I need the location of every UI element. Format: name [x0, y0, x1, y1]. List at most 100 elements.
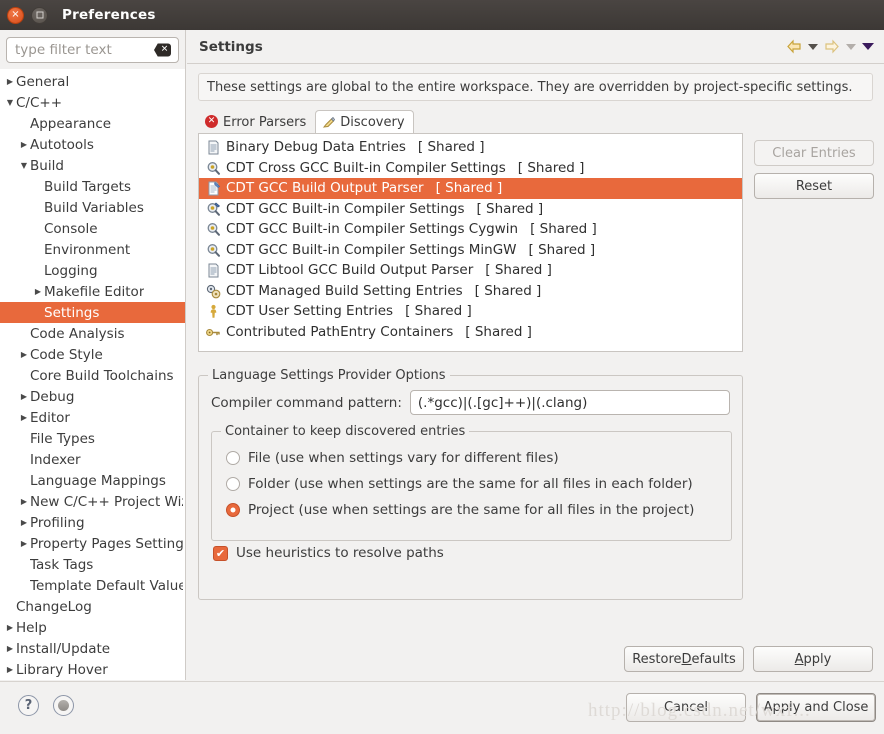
sidebar-item-settings[interactable]: Settings	[0, 302, 185, 323]
provider-list-item[interactable]: Binary Debug Data Entries [ Shared ]	[199, 137, 742, 158]
provider-list-item[interactable]: CDT GCC Build Output Parser [ Shared ]	[199, 178, 742, 199]
shell-status-icon[interactable]	[53, 695, 74, 716]
sidebar-item-makefile-editor[interactable]: ▶ Makefile Editor	[0, 281, 185, 302]
provider-scope-badge: [ Shared ]	[435, 180, 503, 197]
preferences-tree: ▶ General ▼ C/C++ Appearance ▶ Autotools ▼ Buil…	[0, 69, 185, 680]
chevron-right-icon[interactable]: ▶	[18, 413, 30, 422]
sidebar-item-appearance[interactable]: Appearance	[0, 113, 185, 134]
sidebar-item-core-build-toolchains[interactable]: Core Build Toolchains	[0, 365, 185, 386]
document-icon	[205, 262, 221, 278]
provider-list-item[interactable]: CDT GCC Built-in Compiler Settings Cygwi…	[199, 219, 742, 240]
chevron-right-icon[interactable]: ▶	[4, 77, 16, 86]
maximize-icon[interactable]	[31, 6, 48, 24]
sidebar-item-template-default-values[interactable]: Template Default Values	[0, 575, 185, 596]
sidebar-item-label: Debug	[30, 388, 75, 405]
chevron-right-icon[interactable]: ▶	[32, 287, 44, 296]
reset-button[interactable]: Reset	[754, 173, 874, 199]
provider-list-item[interactable]: CDT GCC Built-in Compiler Settings MinGW…	[199, 240, 742, 261]
sidebar-item-logging[interactable]: Logging	[0, 260, 185, 281]
sidebar-item-code-analysis[interactable]: Code Analysis	[0, 323, 185, 344]
provider-label: CDT GCC Built-in Compiler Settings Cygwi…	[226, 221, 519, 238]
chevron-right-icon[interactable]: ▶	[18, 497, 30, 506]
chevron-right-icon[interactable]: ▶	[4, 665, 16, 674]
chevron-right-icon[interactable]: ▶	[18, 350, 30, 359]
compiler-pattern-label: Compiler command pattern:	[211, 394, 402, 411]
apply-button[interactable]: Apply	[753, 646, 873, 672]
sidebar-item-task-tags[interactable]: Task Tags	[0, 554, 185, 575]
sidebar-item-changelog[interactable]: ChangeLog	[0, 596, 185, 617]
sidebar-item-debug[interactable]: ▶ Debug	[0, 386, 185, 407]
radio-button[interactable]	[226, 451, 240, 465]
close-icon[interactable]: ×	[7, 6, 24, 24]
provider-label: Binary Debug Data Entries	[226, 139, 406, 156]
clear-entries-button[interactable]: Clear Entries	[754, 140, 874, 166]
view-menu-chevron-down-icon[interactable]	[862, 43, 874, 50]
sidebar-item-property-pages-settings[interactable]: ▶ Property Pages Settings	[0, 533, 185, 554]
provider-list-item[interactable]: CDT Cross GCC Built-in Compiler Settings…	[199, 158, 742, 179]
sidebar-item-label: Build Variables	[44, 199, 144, 216]
provider-label: Contributed PathEntry Containers	[226, 323, 454, 340]
container-radio-file[interactable]: File (use when settings vary for differe…	[212, 445, 731, 471]
sidebar-item-console[interactable]: Console	[0, 218, 185, 239]
chevron-down-icon[interactable]: ▼	[18, 161, 30, 170]
provider-list-item[interactable]: CDT Managed Build Setting Entries [ Share…	[199, 281, 742, 302]
magnifier-icon	[205, 242, 221, 258]
sidebar-item-environment[interactable]: Environment	[0, 239, 185, 260]
sidebar-item-build-targets[interactable]: Build Targets	[0, 176, 185, 197]
sidebar-item-new-c-c-project-wizard[interactable]: ▶New C/C++ Project Wizard	[0, 491, 185, 512]
provider-list-item[interactable]: CDT User Setting Entries [ Shared ]	[199, 301, 742, 322]
tab-error-parsers[interactable]: ✕ Error Parsers	[198, 110, 315, 133]
sidebar-item-install-update[interactable]: ▶ Install/Update	[0, 638, 185, 659]
sidebar-item-label: New C/C++ Project Wizard	[30, 493, 183, 510]
chevron-right-icon[interactable]: ▶	[18, 392, 30, 401]
filter-box[interactable]: type filter text ✕	[6, 37, 179, 63]
providers-list[interactable]: Binary Debug Data Entries[ Shared ] CDT C…	[198, 133, 743, 352]
sidebar-item-file-types[interactable]: File Types	[0, 428, 185, 449]
restore-defaults-button[interactable]: Restore Defaults	[624, 646, 744, 672]
pane-action-buttons: Restore Defaults Apply	[624, 646, 873, 672]
provider-list-item[interactable]: Contributed PathEntry Containers [ Shared…	[199, 322, 742, 343]
provider-list-item[interactable]: CDT Libtool GCC Build Output Parser [ Sha…	[199, 260, 742, 281]
back-menu-chevron-down-icon[interactable]	[808, 43, 818, 50]
provider-scope-badge: [ Shared ]	[530, 221, 597, 238]
chevron-right-icon[interactable]: ▶	[18, 518, 30, 527]
sidebar-item-library-hover[interactable]: ▶ Library Hover	[0, 659, 185, 680]
heuristics-checkbox[interactable]: ✔	[213, 545, 228, 561]
sidebar-item-code-style[interactable]: ▶ Code Style	[0, 344, 185, 365]
tab-label: Discovery	[340, 114, 405, 130]
sidebar-item-label: Property Pages Settings	[30, 535, 183, 552]
chevron-down-icon[interactable]: ▼	[4, 98, 16, 107]
provider-list-item[interactable]: CDT GCC Built-in Compiler Settings [ Shar…	[199, 199, 742, 220]
compiler-pattern-input[interactable]: (.*gcc)|(.[gc]++)|(.clang)	[409, 390, 730, 415]
radio-button[interactable]	[226, 503, 240, 517]
radio-button[interactable]	[226, 477, 240, 491]
sidebar-item-build-variables[interactable]: Build Variables	[0, 197, 185, 218]
backspace-clear-icon[interactable]: ✕	[154, 43, 171, 57]
radio-label: Project (use when settings are the same …	[248, 502, 695, 518]
sidebar-item-build[interactable]: ▼ Build	[0, 155, 185, 176]
provider-label: CDT User Setting Entries	[226, 303, 394, 320]
chevron-right-icon[interactable]: ▶	[18, 140, 30, 149]
provider-label: CDT GCC Built-in Compiler Settings	[226, 200, 465, 217]
forward-menu-chevron-down-icon[interactable]	[846, 43, 856, 50]
sidebar-item-autotools[interactable]: ▶ Autotools	[0, 134, 185, 155]
container-radio-project[interactable]: Project (use when settings are the same …	[212, 497, 731, 523]
forward-arrow-icon[interactable]	[824, 39, 840, 54]
sidebar-item-help[interactable]: ▶ Help	[0, 617, 185, 638]
chevron-right-icon[interactable]: ▶	[4, 623, 16, 632]
sidebar-item-label: Template Default Values	[30, 577, 183, 594]
back-arrow-icon[interactable]	[786, 39, 802, 54]
sidebar-item-editor[interactable]: ▶ Editor	[0, 407, 185, 428]
chevron-right-icon[interactable]: ▶	[4, 644, 16, 653]
sidebar-item-indexer[interactable]: Indexer	[0, 449, 185, 470]
help-icon[interactable]: ?	[18, 695, 39, 716]
sidebar-item-profiling[interactable]: ▶ Profiling	[0, 512, 185, 533]
sidebar-item-language-mappings[interactable]: Language Mappings	[0, 470, 185, 491]
chevron-right-icon[interactable]: ▶	[18, 539, 30, 548]
container-radio-folder[interactable]: Folder (use when settings are the same f…	[212, 471, 731, 497]
sidebar-item-c-c[interactable]: ▼ C/C++	[0, 92, 185, 113]
sidebar-item-general[interactable]: ▶ General	[0, 71, 185, 92]
tab-discovery[interactable]: Discovery	[315, 110, 414, 133]
